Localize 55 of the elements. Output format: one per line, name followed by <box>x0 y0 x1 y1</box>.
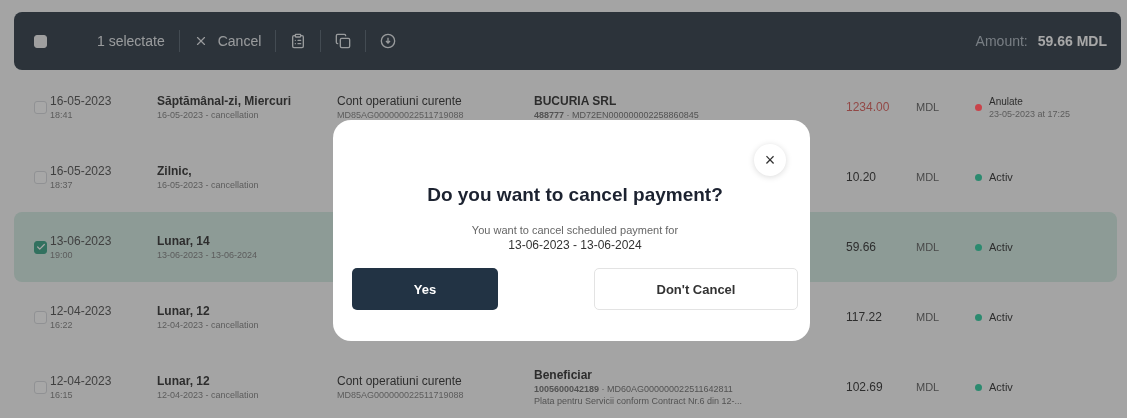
amount-label: Amount: <box>975 33 1028 49</box>
currency: MDL <box>916 171 941 183</box>
account-iban: MD85AG000000022511719088 <box>337 110 465 120</box>
cancel-button[interactable]: Cancel <box>193 33 262 49</box>
currency: MDL <box>916 381 941 393</box>
schedule-period: 13-06-2023 - 13-06-2024 <box>157 250 259 260</box>
status-label: Activ <box>989 241 1013 253</box>
payment-amount: 117.22 <box>846 310 883 324</box>
payment-date: 12-04-2023 <box>50 374 113 388</box>
schedule: Lunar, 14 <box>157 234 211 248</box>
schedule: Săptămânal-zi, Miercuri <box>157 94 293 108</box>
payment-amount: 1234.00 <box>846 100 891 114</box>
payment-time: 19:00 <box>50 250 74 260</box>
payment-date: 16-05-2023 <box>50 94 113 108</box>
schedule-period: 16-05-2023 - cancellation <box>157 110 260 120</box>
payment-amount: 102.69 <box>846 380 884 394</box>
selected-count: 1 selectate <box>97 33 165 49</box>
beneficiary-account: 488777 · MD72EN000000002258860845 <box>534 110 700 120</box>
payment-details: Plata pentru Servicii conform Contract Nr.6 din 12-... <box>534 396 744 406</box>
status-label: Anulate <box>989 95 1024 107</box>
status-date: 23-05-2023 at 17:25 <box>989 108 1071 119</box>
currency: MDL <box>916 241 941 253</box>
dialog-period: 13-06-2023 - 13-06-2024 <box>508 238 642 252</box>
schedule-period: 16-05-2023 - cancellation <box>157 180 260 190</box>
currency: MDL <box>916 101 941 113</box>
payment-time: 16:15 <box>50 390 74 400</box>
payment-date: 16-05-2023 <box>50 164 113 178</box>
payment-time: 16:22 <box>50 320 74 330</box>
payment-time: 18:37 <box>50 180 74 190</box>
payment-amount: 10.20 <box>846 170 878 184</box>
beneficiary-name: BUCURIA SRL <box>534 94 618 108</box>
schedule-period: 12-04-2023 - cancellation <box>157 320 260 330</box>
payment-amount: 59.66 <box>846 240 878 254</box>
dont-cancel-button[interactable]: Don't Cancel <box>594 268 798 310</box>
payment-date: 12-04-2023 <box>50 304 113 318</box>
status-label: Activ <box>989 171 1013 183</box>
account-name: Cont operatiuni curente <box>337 374 463 388</box>
dialog-message: You want to cancel scheduled payment for <box>471 224 679 236</box>
schedule: Lunar, 12 <box>157 304 211 318</box>
amount-total: 59.66 MDL <box>1037 33 1107 49</box>
schedule: Zilnic, <box>157 164 193 178</box>
schedule: Lunar, 12 <box>157 374 211 388</box>
status-label: Activ <box>989 311 1013 323</box>
payment-time: 18:41 <box>50 110 74 120</box>
yes-button[interactable]: Yes <box>352 268 498 310</box>
account-iban: MD85AG000000022511719088 <box>337 390 465 400</box>
dialog-title: Do you want to cancel payment? <box>427 184 723 206</box>
account-name: Cont operatiuni curente <box>337 94 463 108</box>
beneficiary-account: 1005600042189 · MD60AG000000022511642811 <box>534 384 734 394</box>
payment-date: 13-06-2023 <box>50 234 113 248</box>
beneficiary-name: Beneficiar <box>534 368 594 382</box>
status-label: Activ <box>989 381 1013 393</box>
close-button[interactable]: × <box>754 144 786 176</box>
schedule-period: 12-04-2023 - cancellation <box>157 390 260 400</box>
currency: MDL <box>916 311 941 323</box>
